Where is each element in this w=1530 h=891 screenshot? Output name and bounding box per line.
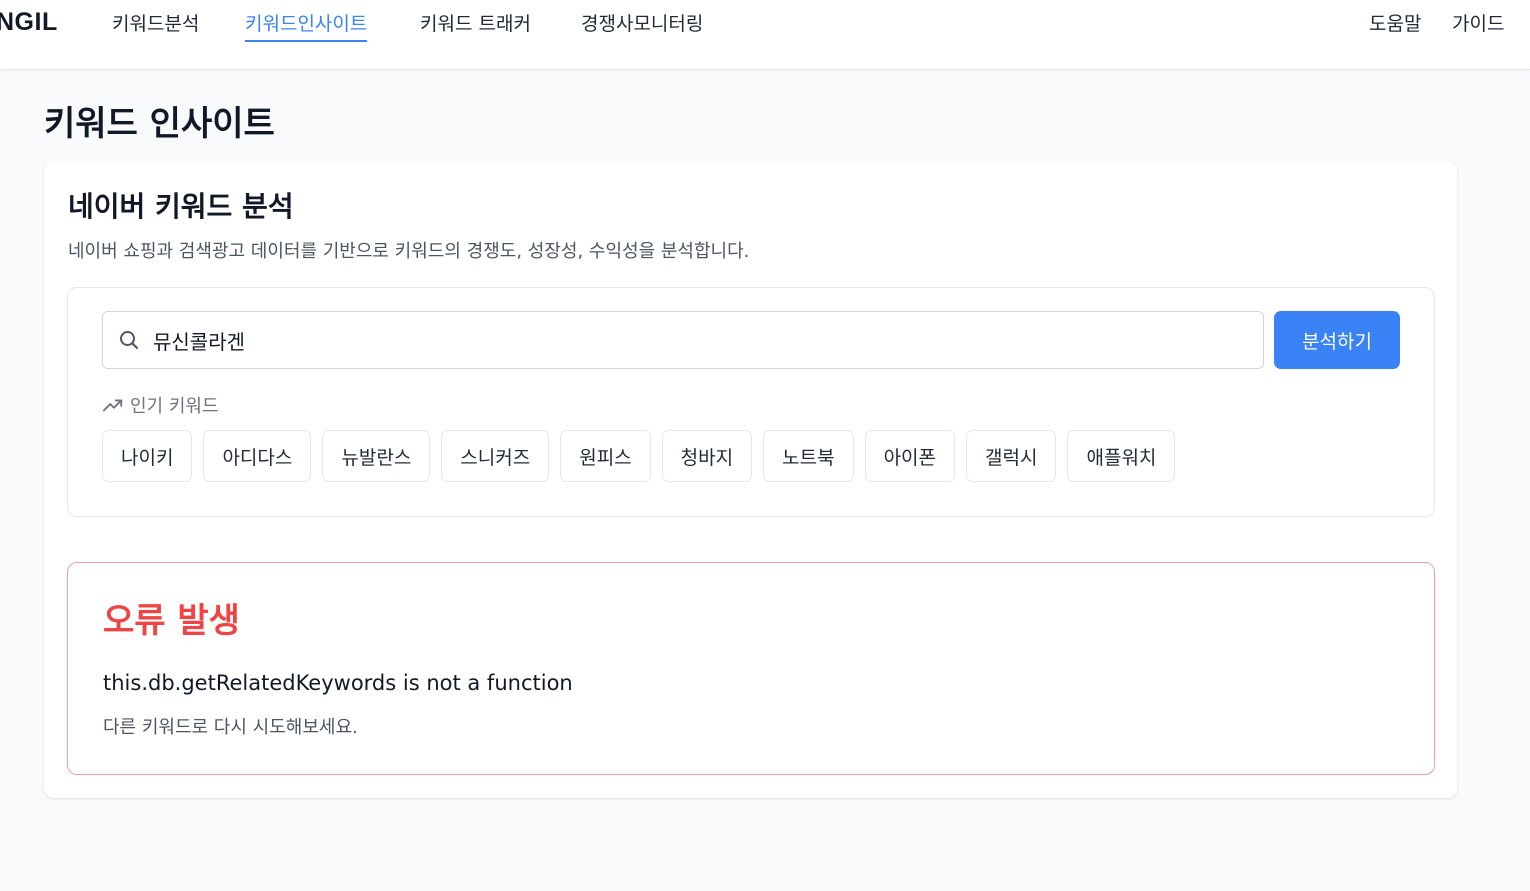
popular-keyword-chips: 나이키 아디다스 뉴발란스 스니커즈 원피스 청바지 노트북 아이폰 갤럭시 애…	[102, 430, 1176, 482]
search-panel: 분석하기 인기 키워드 나이키 아디다스 뉴발란스 스니커즈 원피스 청바지 노…	[67, 287, 1435, 517]
guide-link[interactable]: 가이드	[1452, 9, 1504, 36]
trending-up-icon	[102, 399, 123, 412]
popular-keywords-heading: 인기 키워드	[102, 392, 219, 418]
keyword-chip[interactable]: 노트북	[763, 430, 854, 482]
nav-link-keyword-tracker[interactable]: 키워드 트래커	[420, 9, 531, 40]
keyword-chip[interactable]: 아이폰	[864, 430, 956, 482]
error-title: 오류 발생	[103, 601, 240, 641]
help-link[interactable]: 도움말	[1369, 9, 1421, 36]
logo[interactable]: NGIL	[0, 8, 58, 37]
page-title: 키워드 인사이트	[44, 104, 275, 144]
error-alert: 오류 발생 this.db.getRelatedKeywords is not …	[67, 562, 1435, 775]
search-box[interactable]	[102, 311, 1264, 369]
keyword-chip[interactable]: 원피스	[560, 430, 651, 482]
keyword-chip[interactable]: 애플워치	[1067, 430, 1176, 482]
nav-link-competitor-monitoring[interactable]: 경쟁사모니터링	[581, 9, 703, 40]
card-description: 네이버 쇼핑과 검색광고 데이터를 기반으로 키워드의 경쟁도, 성장성, 수익…	[68, 241, 750, 262]
search-icon	[120, 331, 138, 349]
analyze-button[interactable]: 분석하기	[1274, 311, 1400, 369]
keyword-chip[interactable]: 뉴발란스	[322, 430, 431, 482]
nav-link-keyword-analysis[interactable]: 키워드분석	[112, 9, 199, 40]
keyword-chip[interactable]: 나이키	[102, 430, 193, 482]
keyword-search-input[interactable]	[153, 312, 1253, 368]
error-message: this.db.getRelatedKeywords is not a func…	[103, 671, 573, 695]
keyword-analysis-card: 네이버 키워드 분석 네이버 쇼핑과 검색광고 데이터를 기반으로 키워드의 경…	[44, 161, 1457, 798]
nav-link-keyword-insight[interactable]: 키워드인사이트	[245, 9, 368, 42]
popular-keywords-label: 인기 키워드	[130, 396, 219, 417]
top-navigation-bar: NGIL 키워드분석 키워드인사이트 키워드 트래커 경쟁사모니터링 도움말 가…	[0, 0, 1530, 70]
keyword-chip[interactable]: 갤럭시	[966, 430, 1057, 482]
keyword-chip[interactable]: 아디다스	[203, 430, 312, 482]
keyword-chip[interactable]: 스니커즈	[441, 430, 550, 482]
card-title: 네이버 키워드 분석	[68, 190, 294, 223]
keyword-chip[interactable]: 청바지	[661, 430, 753, 482]
error-hint: 다른 키워드로 다시 시도해보세요.	[103, 717, 358, 738]
